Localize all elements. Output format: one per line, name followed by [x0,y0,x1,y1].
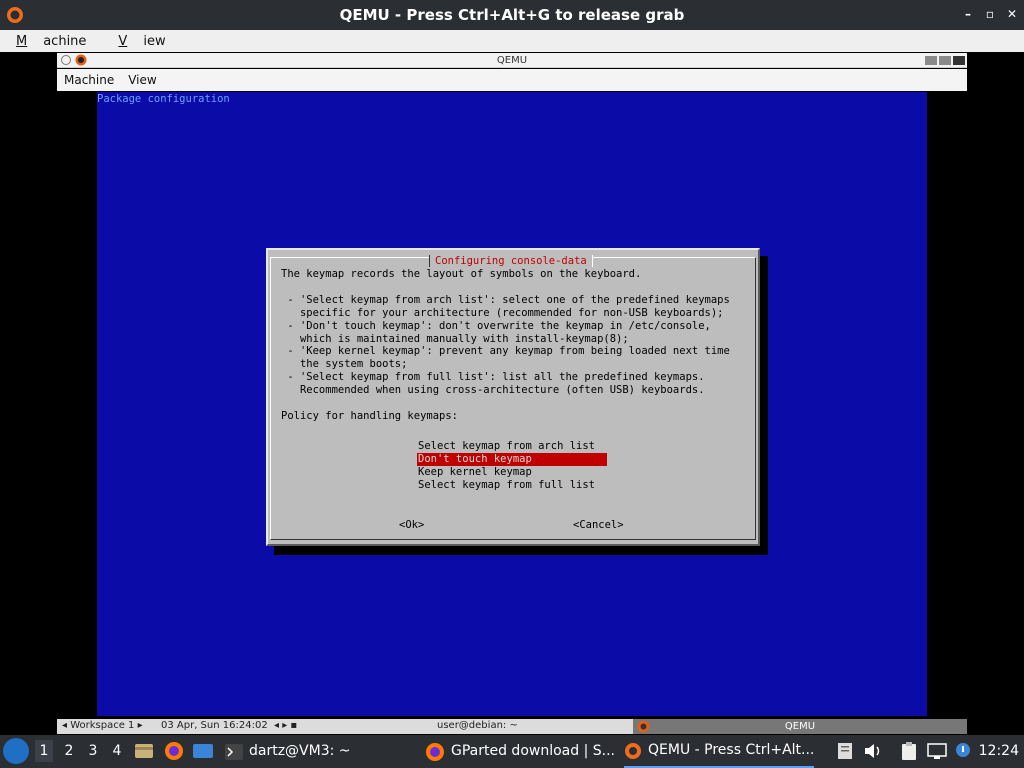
workspace-switcher[interactable]: ◂ Workspace 1 ▸ [62,720,143,731]
desktop-icon[interactable] [192,741,214,761]
close-button[interactable]: ✕ [1006,7,1018,21]
menu-view[interactable]: View [102,34,181,49]
network-icon[interactable] [926,741,948,761]
option-dont-touch[interactable]: Don't touch keymap [417,453,607,466]
option-keep-kernel[interactable]: Keep kernel keymap [417,466,607,479]
task-firefox-label: GParted download | S... [451,743,615,759]
task-qemu[interactable]: QEMU - Press Ctrl+Alt... [624,735,815,768]
status-nav[interactable]: ◂ ▸ ▪ [274,720,297,731]
vm-console[interactable]: Package configuration Configuring consol… [97,92,927,716]
start-menu-button[interactable] [3,738,29,764]
window-title: QEMU - Press Ctrl+Alt+G to release grab [339,6,685,24]
inner-menubar: Machine View [57,69,967,91]
inner-window-titlebar: QEMU [57,53,967,68]
task-terminal[interactable]: dartz@VM3: ~ [225,735,351,768]
inner-window-controls [925,56,965,65]
inner-minimize-button[interactable] [925,56,937,65]
qemu-icon [637,720,650,733]
inner-maximize-button[interactable] [939,56,951,65]
dialog-title: Configuring console-data [429,255,593,267]
maximize-button[interactable]: ▫ [984,7,996,21]
window-controls: – ▫ ✕ [962,7,1018,21]
terminal-icon [225,743,243,760]
inner-menu-machine[interactable]: Machine [57,73,121,87]
cancel-button[interactable]: <Cancel> [573,519,624,531]
status-datetime: 03 Apr, Sun 16:24:02 [161,720,268,731]
clock[interactable]: 12:24 [979,743,1019,759]
menu-machine[interactable]: Machine [0,34,102,49]
package-config-header: Package configuration [97,93,230,105]
workspace-2[interactable]: 2 [60,743,78,759]
workspace-1[interactable]: 1 [35,740,53,762]
inner-close-button[interactable] [953,56,965,65]
qemu-icon [625,742,641,759]
ok-button[interactable]: <Ok> [399,519,424,531]
inner-status-bar: ◂ Workspace 1 ▸ 03 Apr, Sun 16:24:02 ◂ ▸… [57,719,967,734]
option-arch-list[interactable]: Select keymap from arch list [417,440,607,453]
keymap-options-list: Select keymap from arch list Don't touch… [417,440,607,492]
task-firefox[interactable]: GParted download | S... [425,735,615,768]
dialog-description: The keymap records the layout of symbols… [281,268,730,422]
task-qemu-label: QEMU - Press Ctrl+Alt... [648,742,815,758]
minimize-button[interactable]: – [962,7,974,21]
task-terminal-label: dartz@VM3: ~ [249,743,351,759]
workspace-3[interactable]: 3 [84,743,102,759]
workspace-4[interactable]: 4 [108,743,126,759]
status-qemu-task[interactable]: QEMU [633,719,967,734]
refresh-icon [61,55,71,65]
status-user: user@debian: ~ [437,720,518,731]
status-qemu-label: QEMU [784,721,816,732]
firefox-icon [426,742,444,761]
configure-dialog: Configuring console-data The keymap reco… [266,248,760,546]
taskbar: 1 2 3 4 dartz@VM3: ~ GParted download | … [0,735,1024,768]
window-titlebar: QEMU - Press Ctrl+Alt+G to release grab … [0,0,1024,30]
inner-window-title: QEMU [496,54,528,66]
notes-icon[interactable] [834,741,856,761]
inner-menu-view[interactable]: View [121,73,163,87]
dialog-frame: Configuring console-data The keymap reco… [270,255,756,540]
clipboard-icon[interactable] [898,741,920,761]
qemu-icon [7,7,23,23]
firefox-icon[interactable] [163,741,185,761]
volume-icon[interactable] [862,741,884,761]
outer-menubar: Machine View [0,30,1024,52]
file-manager-icon[interactable] [133,741,155,761]
qemu-icon [75,54,87,66]
update-icon[interactable] [952,741,974,761]
option-full-list[interactable]: Select keymap from full list [417,479,607,492]
